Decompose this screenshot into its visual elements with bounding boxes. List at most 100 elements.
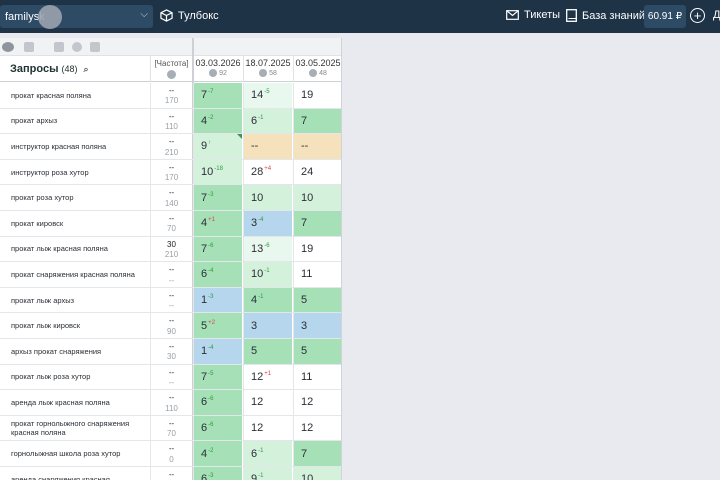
table-row[interactable]: аренда снаряжения красная----6-39-110 (0, 466, 341, 480)
position-cell[interactable]: 10 (243, 185, 292, 210)
position-cell[interactable]: 7 (293, 210, 341, 236)
position-cell[interactable]: 7 (293, 441, 341, 466)
position-cell[interactable]: 10 (293, 466, 341, 480)
table-row[interactable]: архыз прокат снаряжения -- 30 1 -4 5 5 (0, 338, 341, 365)
position-cell[interactable]: 6 -3 (193, 466, 242, 480)
position-cell[interactable]: 11 (293, 262, 341, 287)
query-text[interactable]: прокат лыж кировск (11, 313, 149, 338)
position-cell[interactable]: 4 -1 (243, 287, 292, 313)
tickets-link[interactable]: Тикеты (506, 9, 560, 21)
query-text[interactable]: инструктор роза хутор (11, 160, 149, 185)
toggle-icon[interactable] (2, 42, 14, 52)
position-cell[interactable]: 5 (243, 338, 292, 364)
query-text[interactable]: инструктор красная поляна (11, 134, 149, 159)
position-cell[interactable]: 24 (293, 159, 341, 185)
position-cell[interactable]: 4 +1 (193, 210, 242, 236)
query-text[interactable]: прокат снаряжения красная поляна (11, 262, 149, 287)
link-icon[interactable] (24, 42, 34, 52)
table-row[interactable]: инструктор красная поляна -- 210 9 ↑ -- -- (0, 134, 341, 160)
frequency-value: -- (168, 341, 175, 351)
position-cell[interactable]: 3 (293, 313, 341, 338)
position-cell[interactable]: -- (293, 134, 341, 159)
position-cell[interactable]: 1 -4 (193, 338, 242, 364)
position-cell[interactable]: 10 -18 (193, 159, 242, 185)
query-text[interactable]: прокат горнолыжного снаряжения красная п… (11, 416, 149, 441)
position-cell[interactable]: 13 -6 (243, 236, 292, 262)
query-text[interactable]: прокат лыж красная поляна (11, 237, 149, 262)
position-cell[interactable]: 7 -5 (193, 364, 242, 390)
position-cell[interactable]: 5 +2 (193, 313, 242, 338)
cut-off-menu[interactable]: Д (713, 9, 720, 21)
chart-icon[interactable] (72, 42, 82, 52)
table-row[interactable]: прокат роза хутор -- 140 7 -3 10 10 (0, 185, 341, 211)
position-value: 5 (251, 345, 258, 358)
table-row[interactable]: прокат лыж красная поляна 30 210 7 -6 13 -6 19 (0, 236, 341, 263)
position-cell[interactable]: 1 -3 (193, 287, 242, 313)
position-cell[interactable]: 3 -4 (243, 210, 292, 236)
position-cell[interactable]: 6 -4 (193, 262, 242, 287)
balance-badge[interactable]: 60.91 ₽ (644, 5, 686, 28)
position-cell[interactable]: 11 (293, 364, 341, 390)
query-text[interactable]: прокат лыж архыз (11, 288, 149, 313)
table-row[interactable]: прокат горнолыжного снаряжения красная п… (0, 415, 341, 442)
position-cell[interactable]: 28 +4 (243, 159, 292, 185)
position-cell[interactable]: 12 (243, 390, 292, 415)
position-cell[interactable]: 19 (293, 236, 341, 262)
date-column-header[interactable]: 03.03.2026 92 (193, 56, 242, 82)
position-cell[interactable]: 7 -3 (193, 185, 242, 210)
table-row[interactable]: прокат лыж кировск -- 90 5 +2 3 3 (0, 313, 341, 339)
query-text[interactable]: архыз прокат снаряжения (11, 339, 149, 364)
position-cell[interactable]: 6 -6 (193, 390, 242, 415)
position-cell[interactable]: 10 (293, 185, 341, 210)
table-row[interactable]: прокат лыж роза хутор -- -- 7 -5 12 +1 11 (0, 364, 341, 391)
table-icon[interactable] (54, 42, 64, 52)
position-cell[interactable]: 6 -1 (243, 108, 292, 134)
position-cell[interactable]: 6 -6 (193, 415, 242, 441)
position-cell[interactable]: 12 (243, 415, 292, 441)
add-funds-icon[interactable]: + (690, 8, 705, 23)
table-row[interactable]: аренда лыж красная поляна -- 110 6 -6 12 12 (0, 390, 341, 416)
position-cell[interactable]: 7 -7 (193, 83, 242, 108)
query-text[interactable]: прокат красная поляна (11, 83, 149, 108)
search-icon[interactable]: ⌕ (84, 64, 89, 74)
position-cell[interactable]: 6 -1 (243, 441, 292, 466)
toolbox-link[interactable]: Тулбокс (160, 9, 219, 22)
position-cell[interactable]: 12 (293, 415, 341, 441)
frequency-header[interactable]: [Частота] (150, 56, 192, 82)
table-row[interactable]: прокат кировск -- 70 4 +1 3 -4 7 (0, 210, 341, 237)
table-row[interactable]: инструктор роза хутор -- 170 10 -18 28 +4 24 (0, 159, 341, 186)
project-selector[interactable]: familysk ⌵ (0, 5, 153, 29)
position-cell[interactable]: 7 -6 (193, 236, 242, 262)
table-row[interactable]: прокат лыж архыз -- -- 1 -3 4 -1 5 (0, 287, 341, 314)
position-cell[interactable]: 7 (293, 108, 341, 134)
position-cell[interactable]: 10 -1 (243, 262, 292, 287)
table-row[interactable]: прокат красная поляна -- 170 7 -7 14 -5 19 (0, 83, 341, 109)
table-row[interactable]: прокат архыз -- 110 4 -2 6 -1 7 (0, 108, 341, 135)
export-icon[interactable] (90, 42, 100, 52)
position-cell[interactable]: 9 ↑ (193, 134, 242, 159)
position-cell[interactable]: 4 -2 (193, 441, 242, 466)
position-cell[interactable]: 5 (293, 338, 341, 364)
query-text[interactable]: аренда лыж красная поляна (11, 390, 149, 415)
query-text[interactable]: аренда снаряжения красная (11, 467, 149, 480)
table-row[interactable]: горнолыжная школа роза хутор -- 0 4 -2 6 -1 7 (0, 441, 341, 467)
position-cell[interactable]: 4 -2 (193, 108, 242, 134)
position-cell[interactable]: 12 +1 (243, 364, 292, 390)
position-cell[interactable]: -- (243, 134, 292, 159)
date-column-header[interactable]: 18.07.2025 58 (243, 56, 292, 82)
position-cell[interactable]: 14 -5 (243, 83, 292, 108)
table-row[interactable]: прокат снаряжения красная поляна -- -- 6 -4 1… (0, 262, 341, 288)
date-column-header[interactable]: 03.05.2025 48 (293, 56, 341, 82)
query-text[interactable]: прокат кировск (11, 211, 149, 236)
query-text[interactable]: прокат архыз (11, 109, 149, 134)
position-cell[interactable]: 12 (293, 390, 341, 415)
knowledge-base-link[interactable]: База знаний (566, 9, 645, 22)
query-text[interactable]: прокат лыж роза хутор (11, 365, 149, 390)
query-text[interactable]: прокат роза хутор (11, 185, 149, 210)
position-cell[interactable]: 5 (293, 287, 341, 313)
position-cell[interactable]: 3 (243, 313, 292, 338)
position-cell[interactable]: 19 (293, 83, 341, 108)
position-cell[interactable]: 9 -1 (243, 466, 292, 480)
query-text[interactable]: горнолыжная школа роза хутор (11, 441, 149, 466)
queries-header[interactable]: Запросы (48) ⌕ (10, 63, 89, 75)
